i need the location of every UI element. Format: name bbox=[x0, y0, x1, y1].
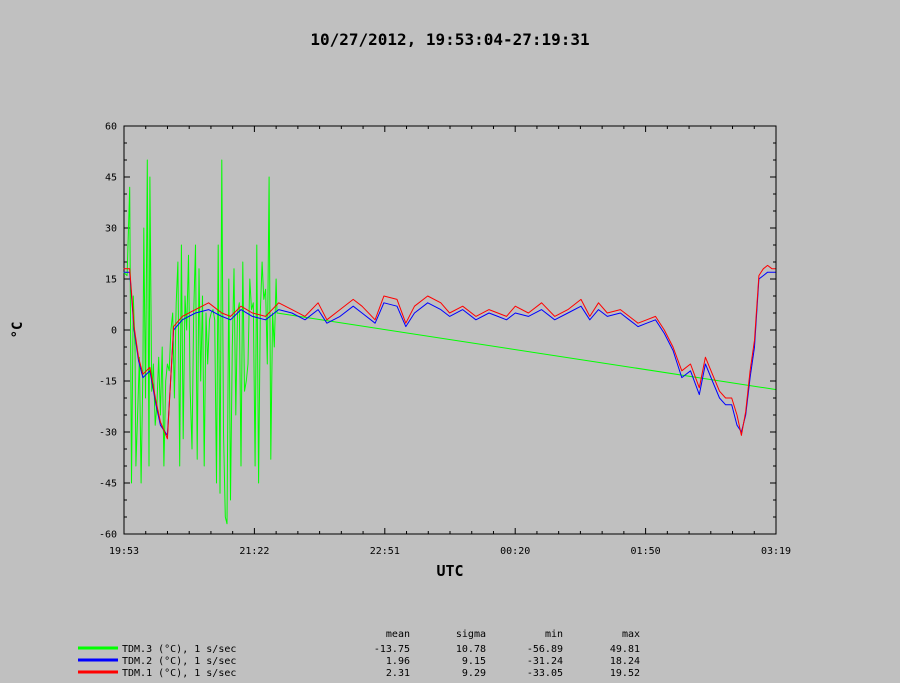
legend-stat-tdm-1: 2.31 bbox=[386, 668, 410, 679]
legend: mean sigma min max TDM.3 (°C), 1 s/sec -1… bbox=[78, 629, 640, 679]
legend-label-tdm-2: TDM.2 (°C), 1 s/sec bbox=[122, 656, 236, 667]
y-tick-label: 45 bbox=[105, 173, 117, 184]
temperature-chart: 10/27/2012, 19:53:04-27:19:31 60 45 30 15 0 -… bbox=[10, 30, 791, 679]
chart-title: 10/27/2012, 19:53:04-27:19:31 bbox=[310, 30, 589, 49]
legend-stat-tdm-2: 9.15 bbox=[462, 656, 486, 667]
legend-stat-tdm-3: 49.81 bbox=[610, 644, 640, 655]
series-line-tdm-3 bbox=[123, 159, 776, 525]
legend-stat-tdm-2: 18.24 bbox=[610, 656, 640, 667]
legend-stat-tdm-1: 9.29 bbox=[462, 668, 486, 679]
x-tick-label: 01:50 bbox=[631, 546, 661, 557]
legend-stat-tdm-3: -13.75 bbox=[374, 644, 410, 655]
y-tick-label: 60 bbox=[105, 122, 117, 133]
x-axis: 19:53 21:22 22:51 00:20 01:50 03:19 bbox=[109, 126, 791, 557]
y-tick-label: -30 bbox=[99, 428, 117, 439]
legend-stat-tdm-1: 19.52 bbox=[610, 668, 640, 679]
legend-stat-tdm-2: -31.24 bbox=[527, 656, 563, 667]
x-tick-label: 21:22 bbox=[239, 546, 269, 557]
stats-header-sigma: sigma bbox=[456, 629, 486, 640]
stats-header-min: min bbox=[545, 629, 563, 640]
legend-stat-tdm-3: 10.78 bbox=[456, 644, 486, 655]
series-layer bbox=[123, 159, 776, 525]
legend-stat-tdm-2: 1.96 bbox=[386, 656, 410, 667]
y-tick-label: 0 bbox=[111, 326, 117, 337]
legend-label-tdm-3: TDM.3 (°C), 1 s/sec bbox=[122, 644, 236, 655]
stats-header-mean: mean bbox=[386, 629, 410, 640]
legend-stat-tdm-1: -33.05 bbox=[527, 668, 563, 679]
x-tick-label: 03:19 bbox=[761, 546, 791, 557]
y-axis-label: °C bbox=[10, 322, 26, 339]
x-axis-label: UTC bbox=[436, 562, 463, 580]
y-axis: 60 45 30 15 0 -15 -30 -45 -60 bbox=[99, 122, 776, 541]
y-tick-label: -15 bbox=[99, 377, 117, 388]
x-tick-label: 22:51 bbox=[370, 546, 400, 557]
legend-stat-tdm-3: -56.89 bbox=[527, 644, 563, 655]
y-tick-label: 30 bbox=[105, 224, 117, 235]
stats-header-max: max bbox=[622, 629, 640, 640]
y-tick-label: -60 bbox=[99, 530, 117, 541]
y-tick-label: -45 bbox=[99, 479, 117, 490]
x-tick-label: 19:53 bbox=[109, 546, 139, 557]
legend-label-tdm-1: TDM.1 (°C), 1 s/sec bbox=[122, 668, 236, 679]
x-tick-label: 00:20 bbox=[500, 546, 530, 557]
y-tick-label: 15 bbox=[105, 275, 117, 286]
